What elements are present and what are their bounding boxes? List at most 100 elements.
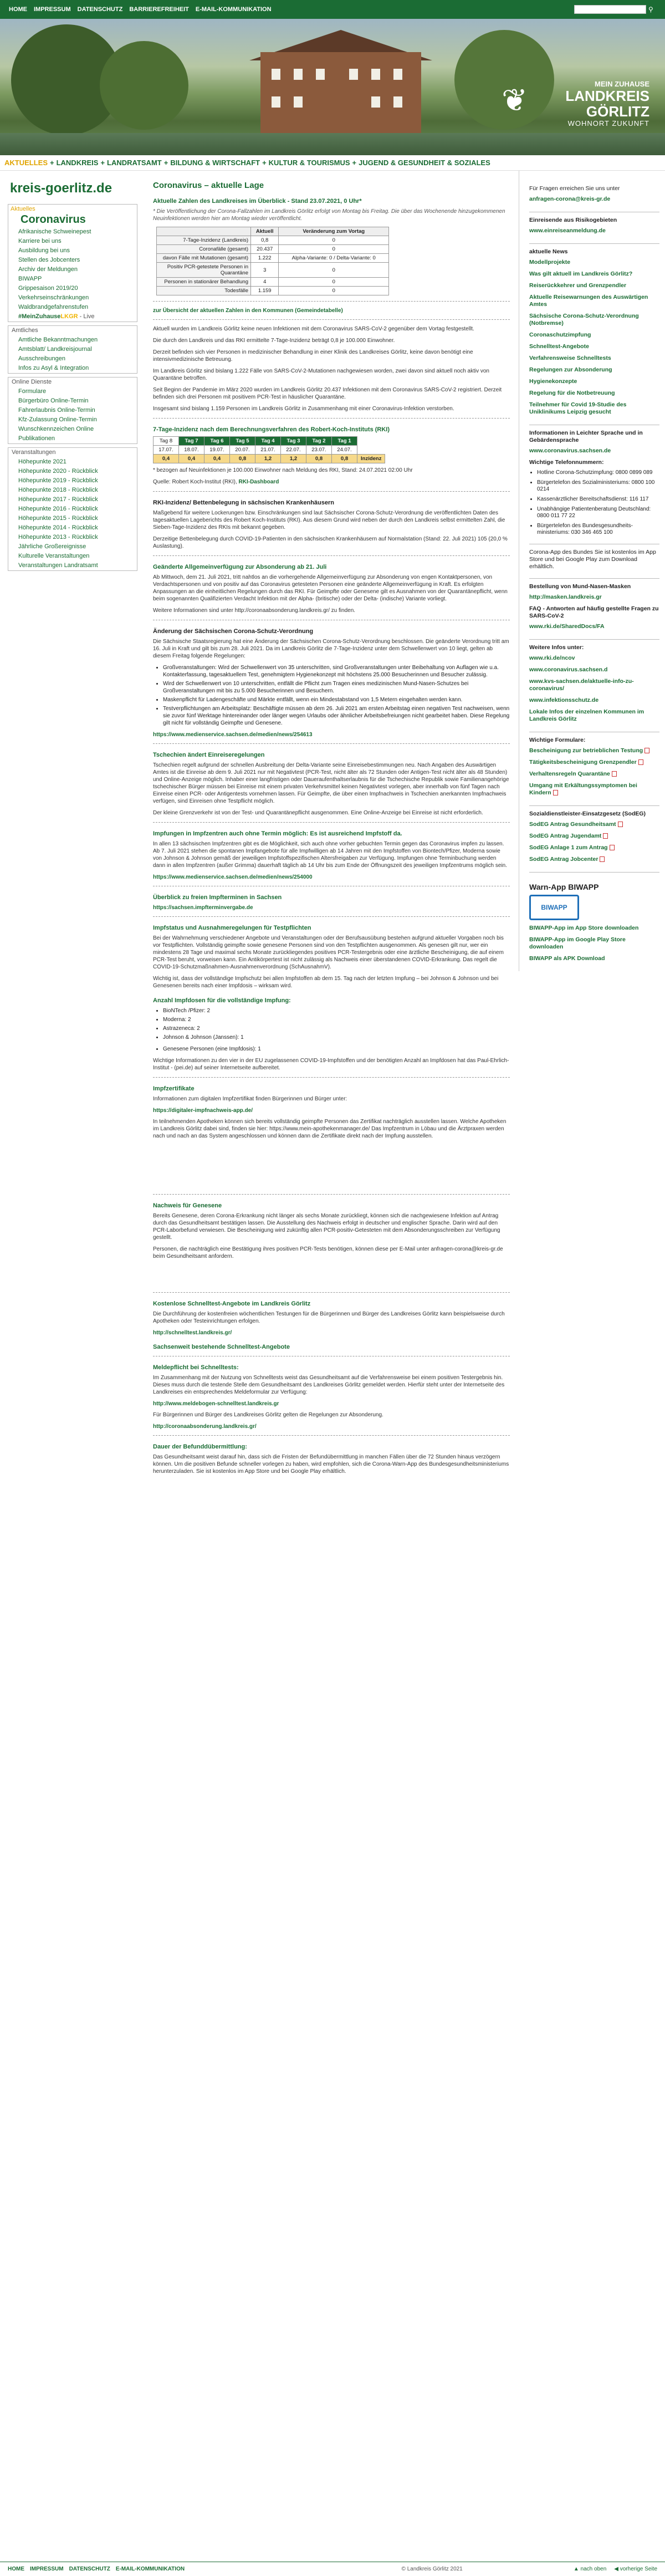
nav-item[interactable]: JUGEND & GESUNDHEIT & SOZIALES bbox=[356, 159, 493, 167]
sidebar-item[interactable]: Höhepunkte 2018 - Rückblick bbox=[8, 486, 137, 495]
back-to-top-link[interactable]: ▲ nach oben bbox=[574, 2566, 606, 2572]
sidebar-item[interactable]: Veranstaltungen Landratsamt bbox=[8, 561, 137, 570]
sidebar-item[interactable]: Formulare bbox=[8, 387, 137, 396]
freie-termine-link[interactable]: https://sachsen.impfterminvergabe.de bbox=[153, 905, 253, 911]
leicht-link[interactable]: www.coronavirus.sachsen.de bbox=[529, 447, 659, 455]
absonderung-link[interactable]: http://coronaabsonderung.landkreis.gr/ bbox=[153, 1424, 257, 1430]
nav-item[interactable]: AKTUELLES bbox=[2, 159, 50, 167]
info-link[interactable]: www.coronavirus.sachsen.d bbox=[529, 666, 659, 674]
footer-link[interactable]: HOME bbox=[8, 2566, 24, 2572]
sidebar-item[interactable]: Amtsblatt/ Landkreisjournal bbox=[8, 345, 137, 354]
news-link[interactable]: Modellprojekte bbox=[529, 259, 659, 266]
sodeg-link[interactable]: SodEG Anlage 1 zum Antrag bbox=[529, 844, 659, 851]
sidebar-item[interactable]: Höhepunkte 2013 - Rückblick bbox=[8, 533, 137, 542]
news-link[interactable]: Coronaschutzimpfung bbox=[529, 331, 659, 339]
sodeg-link[interactable]: SodEG Antrag Gesundheitsamt bbox=[529, 821, 659, 828]
news-link[interactable]: Teilnehmer für Covid 19-Studie des Unikl… bbox=[529, 401, 659, 416]
info-link[interactable]: www.infektionsschutz.de bbox=[529, 697, 659, 704]
landkreis-logo[interactable]: ❦ MEIN ZUHAUSE LANDKREIS GÖRLITZ WOHNORT… bbox=[502, 80, 649, 127]
biwapp-logo[interactable]: BIWAPP bbox=[529, 895, 579, 920]
top-link[interactable]: BARRIEREFREIHEIT bbox=[129, 6, 189, 13]
sidebar-item[interactable]: Kulturelle Veranstaltungen bbox=[8, 552, 137, 561]
sidebar-item[interactable]: Höhepunkte 2019 - Rückblick bbox=[8, 476, 137, 486]
sidebar-item[interactable]: Infos zu Asyl & Integration bbox=[8, 364, 137, 373]
sidebar-item[interactable]: Waldbrandgefahrenstufen bbox=[8, 303, 137, 312]
search-input[interactable] bbox=[574, 5, 646, 14]
sidebar-item[interactable]: Fahrerlaubnis Online-Termin bbox=[8, 406, 137, 415]
nav-head-aktuelles[interactable]: Aktuelles bbox=[8, 205, 137, 213]
einreise-link[interactable]: www.einreiseanmeldung.de bbox=[529, 227, 659, 234]
impf-link[interactable]: https://www.medienservice.sachsen.de/med… bbox=[153, 874, 313, 880]
sidebar-item[interactable]: Verkehrseinschränkungen bbox=[8, 293, 137, 303]
sidebar-item[interactable]: Amtliche Bekanntmachungen bbox=[8, 335, 137, 345]
info-link[interactable]: www.kvs-sachsen.de/aktuelle-info-zu-coro… bbox=[529, 678, 659, 692]
nav-item-meinzuhause[interactable]: #MeinZuhauseLKGR - Live bbox=[8, 312, 137, 322]
sidebar-item[interactable]: Ausschreibungen bbox=[8, 354, 137, 364]
sidebar-item[interactable]: Grippesaison 2019/20 bbox=[8, 284, 137, 293]
biwapp-link[interactable]: BIWAPP als APK Download bbox=[529, 955, 659, 962]
top-link[interactable]: E-MAIL-KOMMUNIKATION bbox=[196, 6, 272, 13]
news-link[interactable]: Aktuelle Reisewarnungen des Auswärtigen … bbox=[529, 294, 659, 308]
sidebar-item[interactable]: Höhepunkte 2014 - Rückblick bbox=[8, 523, 137, 533]
sidebar-item[interactable]: Publikationen bbox=[8, 434, 137, 443]
news-link[interactable]: Regelungen zur Absonderung bbox=[529, 366, 659, 374]
faq-link[interactable]: www.rki.de/SharedDocs/FA bbox=[529, 623, 659, 630]
schnelltest-link[interactable]: http://schnelltest.landkreis.gr/ bbox=[153, 1330, 232, 1336]
sodeg-link[interactable]: SodEG Antrag Jobcenter bbox=[529, 856, 659, 863]
sidebar-item[interactable]: Stellen des Jobcenters bbox=[8, 256, 137, 265]
search-icon[interactable]: ⚲ bbox=[648, 6, 656, 13]
sidebar-item[interactable]: Höhepunkte 2016 - Rückblick bbox=[8, 504, 137, 514]
top-link[interactable]: IMPRESSUM bbox=[34, 6, 71, 13]
nav-item[interactable]: KULTUR & TOURISMUS bbox=[267, 159, 352, 167]
sidebar-item[interactable]: Kfz-Zulassung Online-Termin bbox=[8, 415, 137, 425]
nav-item[interactable]: LANDRATSAMT bbox=[105, 159, 164, 167]
sidebar-item[interactable]: Höhepunkte 2015 - Rückblick bbox=[8, 514, 137, 523]
form-link[interactable]: Bescheinigung zur betrieblichen Testung bbox=[529, 747, 659, 754]
biwapp-link[interactable]: BIWAPP-App im Google Play Store download… bbox=[529, 936, 659, 951]
nav-item-coronavirus[interactable]: Coronavirus bbox=[8, 213, 137, 227]
sodeg-link[interactable]: SodEG Antrag Jugendamt bbox=[529, 833, 659, 840]
sidebar-item[interactable]: Jährliche Großereignisse bbox=[8, 542, 137, 552]
news-link[interactable]: Was gilt aktuell im Landkreis Görlitz? bbox=[529, 271, 659, 278]
rki-dashboard-link[interactable]: RKI-Dashboard bbox=[239, 479, 279, 485]
news-link[interactable]: Hygienekonzepte bbox=[529, 378, 659, 385]
form-link[interactable]: Verhaltensregeln Quarantäne bbox=[529, 771, 659, 778]
sidebar-item[interactable]: Bürgerbüro Online-Termin bbox=[8, 396, 137, 406]
nav-item[interactable]: BILDUNG & WIRTSCHAFT bbox=[168, 159, 262, 167]
previous-page-link[interactable]: ◀ vorherige Seite bbox=[614, 2566, 657, 2572]
nav-head-amtliches[interactable]: Amtliches bbox=[8, 326, 137, 335]
zertifikat-link[interactable]: https://digitaler-impfnachweis-app.de/ bbox=[153, 1108, 253, 1114]
sidebar-item[interactable]: Karriere bei uns bbox=[8, 237, 137, 246]
info-link[interactable]: Lokale Infos der einzelnen Kommunen im L… bbox=[529, 708, 659, 723]
top-link[interactable]: DATENSCHUTZ bbox=[78, 6, 123, 13]
news-link[interactable]: Regelung für die Notbetreuung bbox=[529, 390, 659, 397]
form-link[interactable]: Umgang mit Erkältungssymptomen bei Kinde… bbox=[529, 782, 659, 797]
meldebogen-link[interactable]: http://www.meldebogen-schnelltest.landkr… bbox=[153, 1401, 279, 1407]
site-name[interactable]: kreis-goerlitz.de bbox=[10, 181, 137, 196]
news-link[interactable]: Sächsische Corona-Schutz-Verordnung (Not… bbox=[529, 313, 659, 327]
gemeindetabelle-link[interactable]: zur Übersicht der aktuellen Zahlen in de… bbox=[153, 308, 343, 314]
masken-link[interactable]: http://masken.landkreis.gr bbox=[529, 594, 659, 601]
news-link[interactable]: Verfahrensweise Schnelltests bbox=[529, 355, 659, 362]
sidebar-item[interactable]: Ausbildung bei uns bbox=[8, 246, 137, 256]
sidebar-item[interactable]: Archiv der Meldungen bbox=[8, 265, 137, 274]
sidebar-item[interactable]: BIWAPP bbox=[8, 274, 137, 284]
sidebar-item[interactable]: Afrikanische Schweinepest bbox=[8, 227, 137, 237]
footer-link[interactable]: DATENSCHUTZ bbox=[69, 2566, 110, 2572]
biwapp-link[interactable]: BIWAPP-App im App Store downloaden bbox=[529, 925, 659, 932]
nav-head-online[interactable]: Online Dienste bbox=[8, 378, 137, 387]
info-link[interactable]: www.rki.de/ncov bbox=[529, 655, 659, 662]
section-heading[interactable]: Sachsenweit bestehende Schnelltest-Angeb… bbox=[153, 1344, 510, 1350]
top-link[interactable]: HOME bbox=[9, 6, 27, 13]
contact-mail-link[interactable]: anfragen-corona@kreis-gr.de bbox=[529, 196, 659, 203]
sidebar-item[interactable]: Höhepunkte 2020 - Rückblick bbox=[8, 467, 137, 476]
form-link[interactable]: Tätigkeitsbescheinigung Grenzpendler bbox=[529, 759, 659, 766]
schvo-link[interactable]: https://www.medienservice.sachsen.de/med… bbox=[153, 732, 313, 738]
nav-item[interactable]: LANDKREIS bbox=[54, 159, 101, 167]
news-link[interactable]: Reiserückkehrer und Grenzpendler bbox=[529, 282, 659, 289]
sidebar-item[interactable]: Höhepunkte 2017 - Rückblick bbox=[8, 495, 137, 504]
nav-head-veranstaltungen[interactable]: Veranstaltungen bbox=[8, 448, 137, 457]
sidebar-item[interactable]: Höhepunkte 2021 bbox=[8, 457, 137, 467]
footer-link[interactable]: IMPRESSUM bbox=[30, 2566, 64, 2572]
news-link[interactable]: Schnelltest-Angebote bbox=[529, 343, 659, 350]
